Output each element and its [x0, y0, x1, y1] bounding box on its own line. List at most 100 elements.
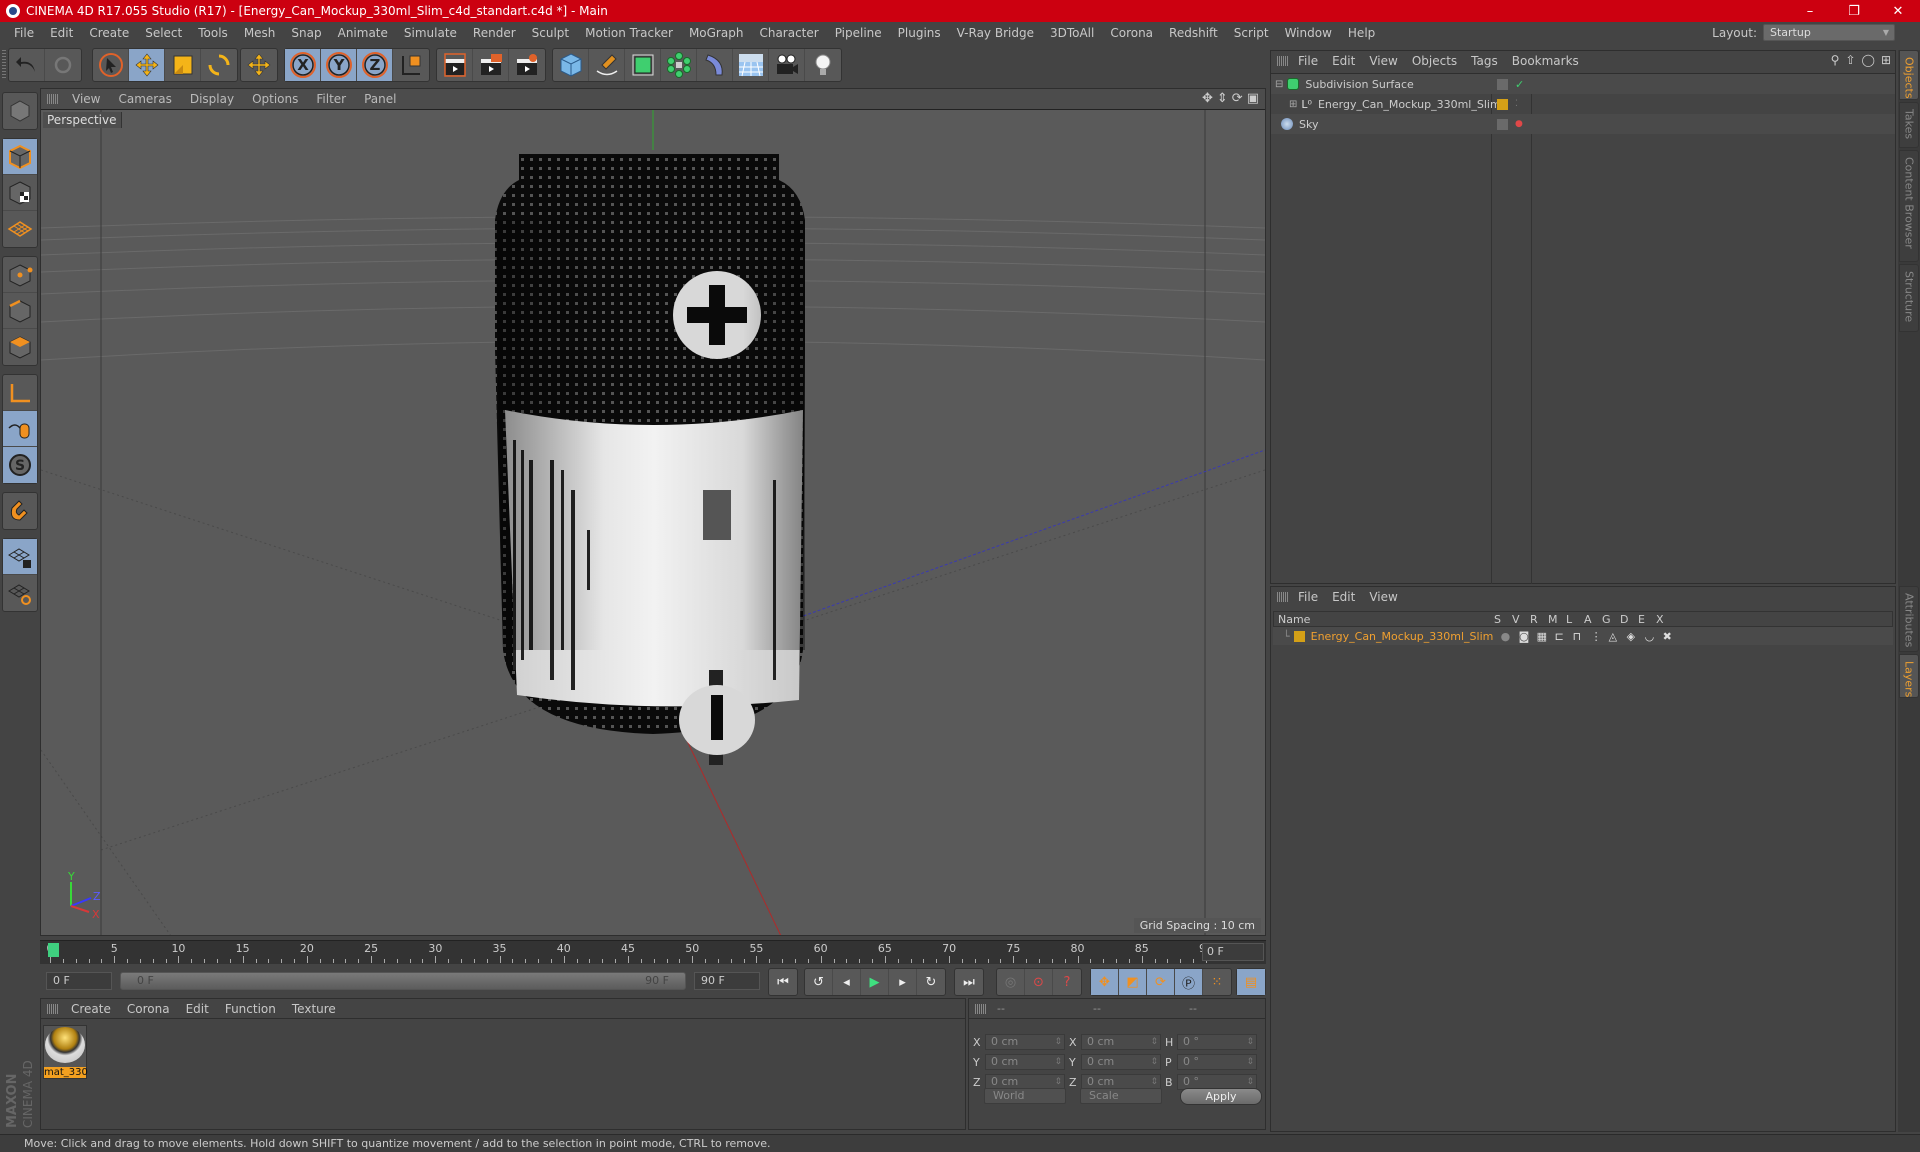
snap-icon[interactable]: [3, 493, 37, 529]
object-row[interactable]: ⊞ L⁰ Energy_Can_Mockup_330ml_Slim ⁚: [1271, 94, 1895, 114]
position-y-field[interactable]: 0 cm: [985, 1054, 1065, 1070]
tab-structure[interactable]: Structure: [1899, 264, 1919, 332]
menu-mograph[interactable]: MoGraph: [681, 26, 752, 40]
key-scale-icon[interactable]: ◩: [1119, 969, 1147, 995]
menu-simulate[interactable]: Simulate: [396, 26, 465, 40]
material-menu-texture[interactable]: Texture: [284, 1002, 344, 1016]
layer-row[interactable]: └ Energy_Can_Mockup_330ml_Slim ● ◙ ▦ ⊏ ⊓…: [1273, 627, 1893, 645]
object-name[interactable]: Subdivision Surface: [1305, 78, 1413, 91]
menu-corona[interactable]: Corona: [1102, 26, 1161, 40]
lm-menu-edit[interactable]: Edit: [1325, 590, 1362, 604]
render-disabled-dot-icon[interactable]: ●: [1515, 119, 1523, 129]
animation-toggle-icon[interactable]: ⋮: [1591, 630, 1609, 643]
current-frame-marker[interactable]: [48, 943, 59, 957]
rotate-icon[interactable]: [201, 49, 237, 81]
3d-viewport[interactable]: Y Z X Perspective Grid Spacing : 10 cm: [41, 109, 1265, 935]
apply-button[interactable]: Apply: [1180, 1088, 1262, 1105]
model-mode-icon[interactable]: [3, 139, 37, 175]
axis-mode-icon[interactable]: [3, 375, 37, 411]
menu-sculpt[interactable]: Sculpt: [524, 26, 577, 40]
solo-icon[interactable]: S: [3, 447, 37, 483]
maximize-view-icon[interactable]: ▣: [1247, 91, 1259, 106]
om-menu-view[interactable]: View: [1362, 54, 1404, 68]
coordinate-system-icon[interactable]: [393, 49, 429, 81]
menu-edit[interactable]: Edit: [42, 26, 81, 40]
om-menu-bookmarks[interactable]: Bookmarks: [1505, 54, 1586, 68]
workplane-rotate-icon[interactable]: [3, 575, 37, 611]
panel-grip[interactable]: [1277, 592, 1289, 602]
om-menu-file[interactable]: File: [1291, 54, 1325, 68]
column-animation[interactable]: A: [1584, 613, 1602, 626]
deformers-toggle-icon[interactable]: ◈: [1627, 630, 1645, 643]
menu-mesh[interactable]: Mesh: [236, 26, 284, 40]
tab-content-browser[interactable]: Content Browser: [1899, 150, 1919, 262]
viewport-menu-view[interactable]: View: [63, 92, 109, 106]
new-window-icon[interactable]: ⊞: [1881, 53, 1891, 67]
column-view[interactable]: V: [1512, 613, 1530, 626]
menu-window[interactable]: Window: [1277, 26, 1340, 40]
layer-color-swatch[interactable]: [1293, 630, 1305, 642]
material-menu-function[interactable]: Function: [217, 1002, 284, 1016]
lm-menu-view[interactable]: View: [1362, 590, 1404, 604]
enabled-check-icon[interactable]: ✓: [1515, 78, 1524, 91]
material-menu-corona[interactable]: Corona: [119, 1002, 178, 1016]
timeline-ruler[interactable]: 051015202530354045505560657075808590 0 F: [40, 940, 1266, 964]
lm-menu-file[interactable]: File: [1291, 590, 1325, 604]
column-manager[interactable]: M: [1548, 613, 1566, 626]
collapse-icon[interactable]: ⊟: [1275, 79, 1283, 90]
coordinate-mode-dropdown[interactable]: World: [984, 1088, 1066, 1104]
size-y-field[interactable]: 0 cm: [1081, 1054, 1161, 1070]
solo-toggle-icon[interactable]: ●: [1501, 630, 1519, 643]
motion-tracking-icon[interactable]: ◎: [997, 969, 1025, 995]
autokey-icon[interactable]: ?: [1053, 969, 1081, 995]
menu-motion-tracker[interactable]: Motion Tracker: [577, 26, 681, 40]
render-picture-viewer-icon[interactable]: [473, 49, 509, 81]
key-pla-icon[interactable]: ⁙: [1203, 969, 1231, 995]
column-deformers[interactable]: D: [1620, 613, 1638, 626]
cube-icon[interactable]: [553, 49, 589, 81]
viewport-menu-panel[interactable]: Panel: [355, 92, 405, 106]
material-menu-create[interactable]: Create: [63, 1002, 119, 1016]
editor-visibility-icon[interactable]: [1497, 78, 1508, 90]
material-swatch[interactable]: mat_330: [43, 1025, 88, 1079]
visibility-dots-icon[interactable]: ⁚: [1515, 99, 1518, 109]
menu-snap[interactable]: Snap: [283, 26, 329, 40]
next-frame-icon[interactable]: ▸: [889, 969, 917, 995]
position-x-field[interactable]: 0 cm: [985, 1034, 1065, 1050]
search-icon[interactable]: ⚲: [1831, 53, 1840, 67]
menu-animate[interactable]: Animate: [330, 26, 396, 40]
panel-grip[interactable]: [47, 94, 59, 104]
subdivision-surface-icon[interactable]: [625, 49, 661, 81]
model-mode-icon[interactable]: [3, 93, 37, 129]
frame-range-slider[interactable]: 0 F 90 F: [120, 972, 686, 990]
size-x-field[interactable]: 0 cm: [1081, 1034, 1161, 1050]
layer-name[interactable]: Energy_Can_Mockup_330ml_Slim: [1311, 630, 1501, 643]
toolbar-grip[interactable]: [2, 50, 6, 80]
undo-icon[interactable]: [9, 49, 45, 81]
menu-select[interactable]: Select: [137, 26, 190, 40]
manager-toggle-icon[interactable]: ⊏: [1555, 630, 1573, 643]
column-solo[interactable]: S: [1494, 613, 1512, 626]
close-button[interactable]: ✕: [1876, 0, 1920, 22]
column-xrefs[interactable]: X: [1656, 613, 1674, 626]
restore-button[interactable]: ❐: [1832, 0, 1876, 22]
menu-create[interactable]: Create: [81, 26, 137, 40]
render-toggle-icon[interactable]: ▦: [1537, 630, 1555, 643]
last-tool-icon[interactable]: [241, 49, 277, 81]
expressions-toggle-icon[interactable]: ◡: [1645, 630, 1663, 643]
om-menu-edit[interactable]: Edit: [1325, 54, 1362, 68]
light-icon[interactable]: [805, 49, 841, 81]
menu-render[interactable]: Render: [465, 26, 524, 40]
rotation-h-field[interactable]: 0 °: [1177, 1034, 1257, 1050]
previous-frame-icon[interactable]: ◂: [833, 969, 861, 995]
menu-character[interactable]: Character: [751, 26, 826, 40]
z-axis-lock-icon[interactable]: Z: [357, 49, 393, 81]
texture-mode-icon[interactable]: [3, 175, 37, 211]
camera-icon[interactable]: [769, 49, 805, 81]
points-mode-icon[interactable]: [3, 257, 37, 293]
menu-tools[interactable]: Tools: [190, 26, 236, 40]
column-render[interactable]: R: [1530, 613, 1548, 626]
om-menu-tags[interactable]: Tags: [1464, 54, 1505, 68]
material-menu-edit[interactable]: Edit: [178, 1002, 217, 1016]
floor-icon[interactable]: [733, 49, 769, 81]
